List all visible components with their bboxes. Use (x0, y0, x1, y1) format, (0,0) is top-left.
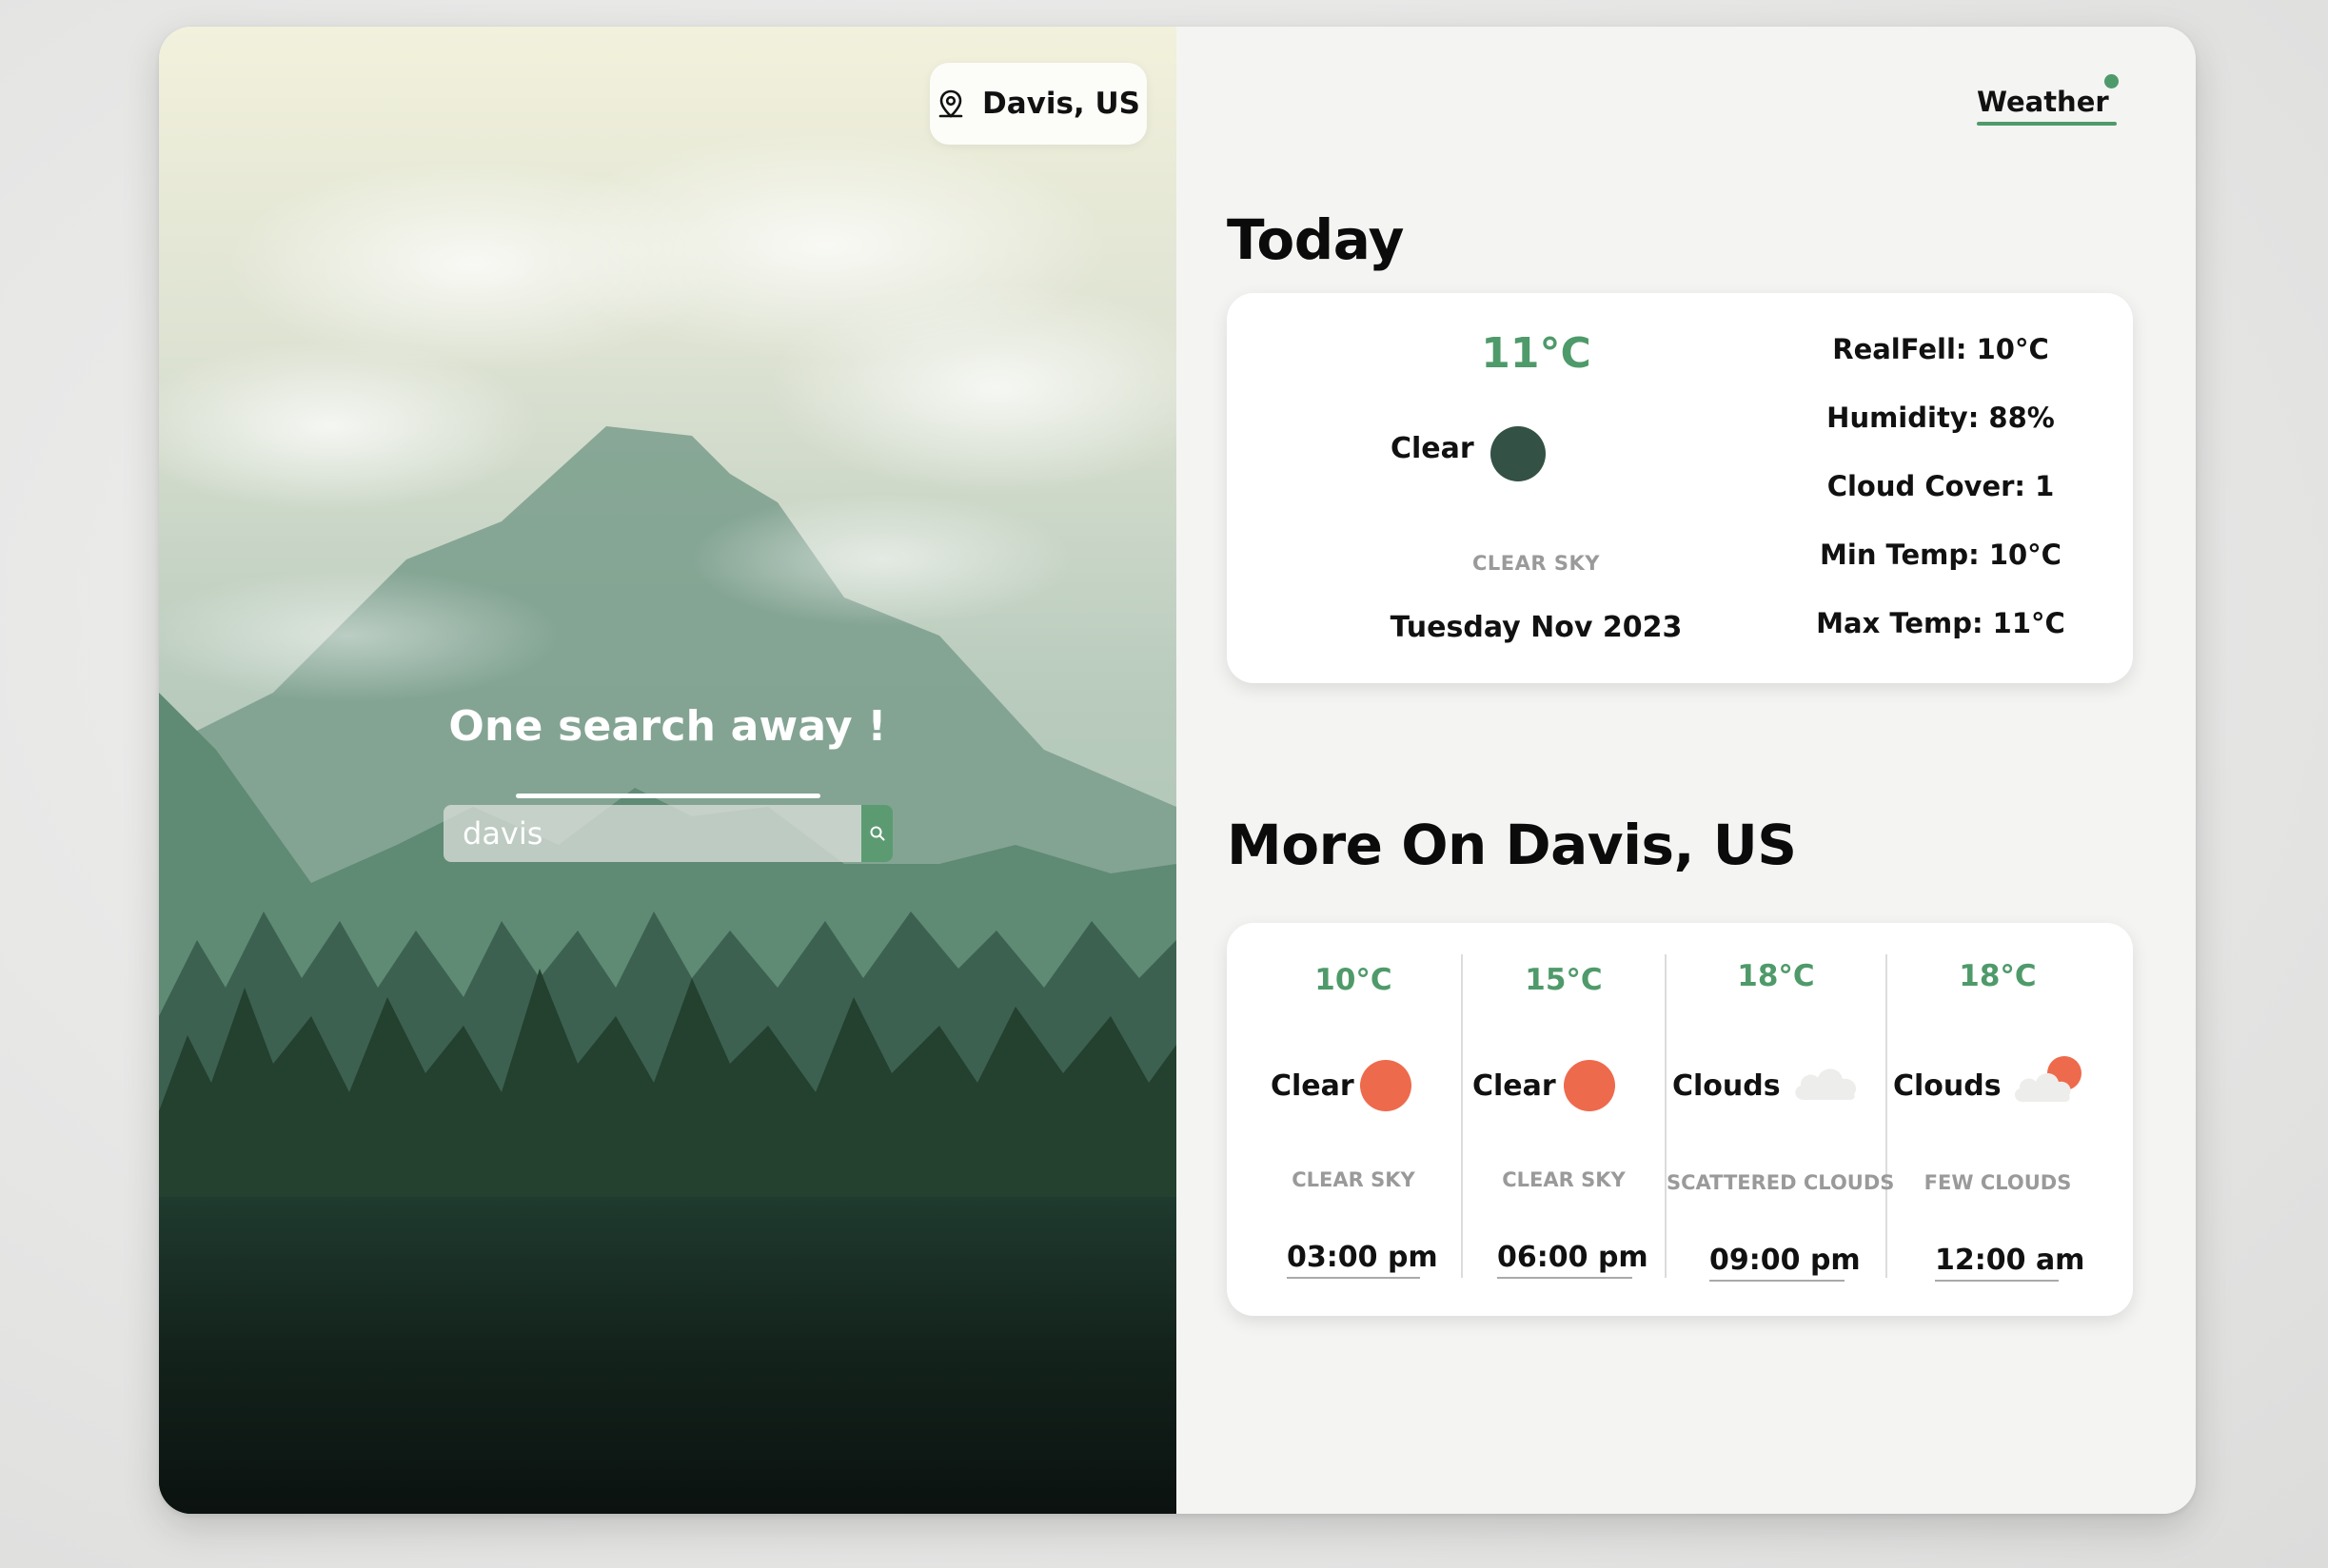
search-input[interactable] (444, 805, 861, 862)
forecast-time-underline (1287, 1277, 1420, 1279)
moon-icon (1490, 426, 1546, 481)
stat-min-temp: Min Temp: 10°C (1820, 539, 2062, 571)
forecast-temperature: 10°C (1314, 963, 1392, 997)
today-title: Today (1227, 207, 1404, 272)
forecast-time-underline (1709, 1280, 1845, 1282)
hero-panel: Davis, US One search away ! (159, 27, 1176, 1514)
forecast-description: SCATTERED CLOUDS (1667, 1171, 1895, 1194)
forecast-temperature: 18°C (1737, 959, 1815, 993)
weather-panel: Weather Today 11°C Clear CLEAR SKY Tuesd… (1176, 27, 2196, 1514)
stat-realfeel: RealFell: 10°C (1832, 333, 2049, 365)
forecast-temperature: 18°C (1959, 959, 2037, 993)
forecast-item: 18°C Clouds SCATTERED CLOUDS 09:00 pm (1667, 923, 1895, 1316)
forecast-condition: Clouds (1893, 1069, 2002, 1103)
nav-weather-link[interactable]: Weather (1977, 86, 2109, 118)
stat-cloud-cover: Cloud Cover: 1 (1826, 470, 2055, 502)
today-date: Tuesday Nov 2023 (1390, 611, 1683, 644)
search-icon (870, 826, 884, 841)
location-label: Davis, US (981, 87, 1140, 121)
forecast-description: FEW CLOUDS (1924, 1171, 2072, 1194)
forecast-time-underline (1935, 1280, 2059, 1282)
sun-icon (1564, 1060, 1615, 1111)
search-bar (444, 805, 893, 862)
app-card: Davis, US One search away ! Weather Toda… (159, 27, 2196, 1514)
location-badge[interactable]: Davis, US (930, 63, 1147, 145)
stat-max-temp: Max Temp: 11°C (1816, 607, 2065, 639)
stat-humidity: Humidity: 88% (1826, 402, 2055, 434)
forecast-time: 12:00 am (1935, 1244, 2085, 1277)
sun-icon (1360, 1060, 1411, 1111)
hero-divider (516, 794, 820, 798)
forecast-condition: Clear (1271, 1069, 1354, 1103)
forecast-time-underline (1497, 1277, 1632, 1279)
nav-active-underline (1977, 122, 2117, 126)
location-pin-icon (938, 89, 963, 118)
forecast-description: CLEAR SKY (1292, 1168, 1415, 1191)
more-title: More On Davis, US (1227, 813, 1797, 877)
forecast-item: 10°C Clear CLEAR SKY 03:00 pm (1246, 923, 1461, 1316)
today-condition: Clear (1391, 432, 1474, 465)
forecast-temperature: 15°C (1525, 963, 1603, 997)
forecast-condition: Clear (1472, 1069, 1556, 1103)
forecast-time: 03:00 pm (1287, 1241, 1438, 1274)
forecast-item: 15°C Clear CLEAR SKY 06:00 pm (1463, 923, 1665, 1316)
cloud-sun-icon (2014, 1056, 2081, 1102)
forecast-time: 06:00 pm (1497, 1241, 1648, 1274)
search-button[interactable] (861, 805, 893, 862)
mountain-forest-background (159, 27, 1176, 1514)
cloud-icon (1795, 1068, 1857, 1100)
forecast-condition: Clouds (1672, 1069, 1781, 1103)
today-temperature: 11°C (1481, 329, 1591, 378)
forecast-card: 10°C Clear CLEAR SKY 03:00 pm 15°C Clear… (1227, 923, 2133, 1316)
forecast-time: 09:00 pm (1709, 1244, 1861, 1277)
forecast-description: CLEAR SKY (1502, 1168, 1626, 1191)
today-description: CLEAR SKY (1472, 552, 1600, 575)
hero-title: One search away ! (448, 702, 887, 751)
today-card: 11°C Clear CLEAR SKY Tuesday Nov 2023 Re… (1227, 293, 2133, 683)
forecast-item: 18°C Clouds FEW CLOUDS 12:00 am (1887, 923, 2108, 1316)
status-dot (2104, 74, 2119, 88)
